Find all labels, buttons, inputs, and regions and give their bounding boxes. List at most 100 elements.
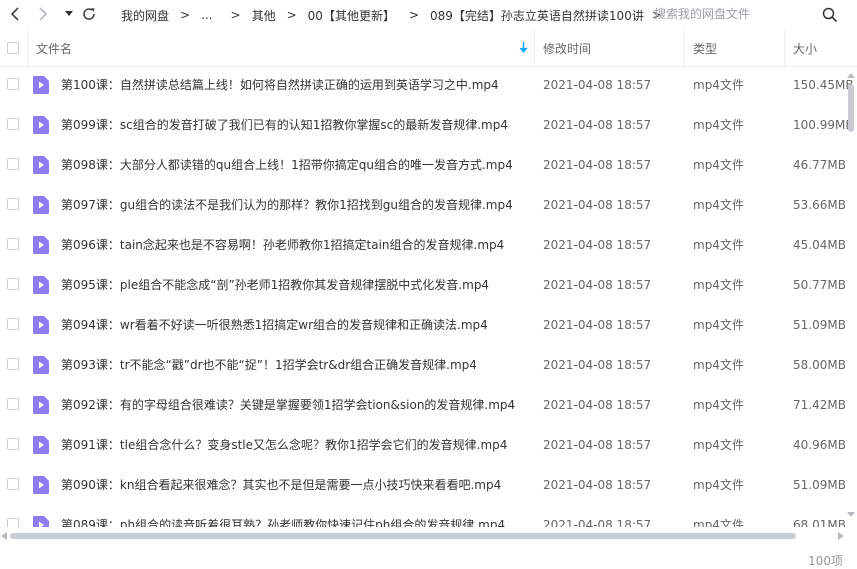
horizontal-scrollbar-thumb[interactable] [10, 533, 796, 539]
file-type: mp4文件 [693, 478, 744, 492]
column-divider [27, 30, 28, 66]
video-file-icon [33, 116, 49, 134]
video-file-icon [33, 316, 49, 334]
row-checkbox[interactable] [7, 278, 19, 290]
file-row[interactable]: 第089课：ph组合的读音听着很耳熟？孙老师教你快速记住ph组合的发音规律.mp… [0, 505, 857, 527]
row-checkbox[interactable] [7, 118, 19, 130]
row-checkbox[interactable] [7, 358, 19, 370]
file-row[interactable]: 第090课：kn组合看起来很难念？其实也不是但是需要一点小技巧快来看看吧.mp4… [0, 465, 857, 505]
file-modified: 2021-04-08 18:57 [543, 198, 652, 212]
file-type: mp4文件 [693, 518, 744, 527]
row-checkbox[interactable] [7, 78, 19, 90]
file-size: 46.77MB [793, 158, 846, 172]
file-name[interactable]: 第089课：ph组合的读音听着很耳熟？孙老师教你快速记住ph组合的发音规律.mp… [61, 505, 505, 527]
column-header-modified[interactable]: 修改时间 [543, 30, 591, 66]
top-toolbar: 我的网盘 > ... > 其他 > 00【其他更新】 > 089【完结】孙志立英… [0, 0, 857, 30]
file-type: mp4文件 [693, 198, 744, 212]
file-modified: 2021-04-08 18:57 [543, 278, 652, 292]
video-file-icon [33, 476, 49, 494]
file-type: mp4文件 [693, 438, 744, 452]
refresh-button[interactable] [80, 5, 98, 23]
row-checkbox[interactable] [7, 198, 19, 210]
video-file-icon [33, 356, 49, 374]
file-row[interactable]: 第093课：tr不能念“戳”dr也不能“捉”！1招学会tr&dr组合正确发音规律… [0, 345, 857, 385]
file-size: 100.99MB [793, 118, 854, 132]
breadcrumb-item-ellipsis[interactable]: ... [201, 8, 212, 22]
file-type: mp4文件 [693, 318, 744, 332]
file-row[interactable]: 第091课：tle组合念什么？变身stle又怎么念呢？教你1招学会它们的发音规律… [0, 425, 857, 465]
select-all-checkbox[interactable] [7, 42, 19, 54]
row-checkbox[interactable] [7, 438, 19, 450]
row-checkbox[interactable] [7, 158, 19, 170]
column-header-type[interactable]: 类型 [693, 30, 717, 66]
breadcrumb-item-root[interactable]: 我的网盘 [121, 7, 169, 24]
refresh-icon [83, 8, 95, 20]
breadcrumb-separator: > [286, 8, 297, 22]
file-name[interactable]: 第093课：tr不能念“戳”dr也不能“捉”！1招学会tr&dr组合正确发音规律… [61, 345, 477, 385]
sort-down-arrow-icon[interactable] [519, 42, 528, 54]
file-modified: 2021-04-08 18:57 [543, 518, 652, 527]
file-name[interactable]: 第100课：自然拼读总结篇上线！如何将自然拼读正确的运用到英语学习之中.mp4 [61, 67, 499, 105]
file-row[interactable]: 第092课：有的字母组合很难读？关键是掌握要领1招学会tion&sion的发音规… [0, 385, 857, 425]
file-type: mp4文件 [693, 398, 744, 412]
video-file-icon [33, 396, 49, 414]
forward-button[interactable] [34, 5, 52, 23]
file-modified: 2021-04-08 18:57 [543, 318, 652, 332]
search-input[interactable] [642, 0, 846, 28]
file-row[interactable]: 第099课：sc组合的发音打破了我们已有的认知1招教你掌握sc的最新发音规律.m… [0, 105, 857, 145]
row-checkbox[interactable] [7, 398, 19, 410]
file-type: mp4文件 [693, 278, 744, 292]
file-size: 51.09MB [793, 478, 846, 492]
column-header-size[interactable]: 大小 [793, 30, 817, 66]
file-type: mp4文件 [693, 158, 744, 172]
file-size: 58.00MB [793, 358, 846, 372]
file-row[interactable]: 第094课：wr看着不好读一听很熟悉1招搞定wr组合的发音规律和正确读法.mp4… [0, 305, 857, 345]
file-name[interactable]: 第095课：ple组合不能念成“剖”孙老师1招教你其发音规律摆脱中式化发音.mp… [61, 265, 489, 305]
file-name[interactable]: 第099课：sc组合的发音打破了我们已有的认知1招教你掌握sc的最新发音规律.m… [61, 105, 508, 145]
row-checkbox[interactable] [7, 318, 19, 330]
file-name[interactable]: 第090课：kn组合看起来很难念？其实也不是但是需要一点小技巧快来看看吧.mp4 [61, 465, 501, 505]
file-name[interactable]: 第092课：有的字母组合很难读？关键是掌握要领1招学会tion&sion的发音规… [61, 385, 515, 425]
history-dropdown-button[interactable] [60, 5, 78, 23]
file-modified: 2021-04-08 18:57 [543, 438, 652, 452]
breadcrumb-item-other[interactable]: 其他 [252, 7, 276, 24]
file-row[interactable]: 第096课：tain念起来也是不容易啊！孙老师教你1招搞定tain组合的发音规律… [0, 225, 857, 265]
video-file-icon [33, 436, 49, 454]
column-header-name[interactable]: 文件名 [36, 30, 531, 66]
scroll-up-arrow-icon[interactable] [847, 72, 855, 78]
file-row[interactable]: 第100课：自然拼读总结篇上线！如何将自然拼读正确的运用到英语学习之中.mp4 … [0, 67, 857, 105]
file-name[interactable]: 第091课：tle组合念什么？变身stle又怎么念呢？教你1招学会它们的发音规律… [61, 425, 507, 465]
breadcrumb-separator: > [180, 8, 191, 22]
row-checkbox[interactable] [7, 238, 19, 250]
back-button[interactable] [6, 5, 24, 23]
scroll-down-arrow-icon[interactable] [847, 512, 855, 518]
scroll-right-arrow-icon[interactable] [838, 532, 844, 540]
column-header-size-label: 大小 [793, 41, 818, 56]
caret-down-icon [65, 11, 73, 16]
file-size: 150.45MB [793, 78, 854, 92]
column-divider [534, 30, 535, 66]
breadcrumb-item-other-updates[interactable]: 00【其他更新】 [308, 7, 395, 24]
scroll-left-arrow-icon[interactable] [1, 532, 7, 540]
file-row[interactable]: 第095课：ple组合不能念成“剖”孙老师1招教你其发音规律摆脱中式化发音.mp… [0, 265, 857, 305]
file-modified: 2021-04-08 18:57 [543, 358, 652, 372]
search-box [642, 0, 857, 30]
horizontal-scrollbar[interactable] [0, 530, 857, 542]
file-row[interactable]: 第098课：大部分人都读错的qu组合上线！1招带你搞定qu组合的唯一发音方式.m… [0, 145, 857, 185]
file-row[interactable]: 第097课：gu组合的读法不是我们认为的那样？教你1招找到gu组合的发音规律.m… [0, 185, 857, 225]
file-name[interactable]: 第096课：tain念起来也是不容易啊！孙老师教你1招搞定tain组合的发音规律… [61, 225, 504, 265]
vertical-scrollbar-thumb[interactable] [848, 84, 854, 132]
search-icon[interactable] [822, 7, 838, 23]
file-list: 第100课：自然拼读总结篇上线！如何将自然拼读正确的运用到英语学习之中.mp4 … [0, 67, 857, 527]
file-size: 53.66MB [793, 198, 846, 212]
file-name[interactable]: 第094课：wr看着不好读一听很熟悉1招搞定wr组合的发音规律和正确读法.mp4 [61, 305, 488, 345]
file-modified: 2021-04-08 18:57 [543, 78, 652, 92]
file-modified: 2021-04-08 18:57 [543, 238, 652, 252]
vertical-scrollbar[interactable] [846, 72, 856, 522]
row-checkbox[interactable] [7, 518, 19, 527]
breadcrumb-item-current[interactable]: 089【完结】孙志立英语自然拼读100讲 [430, 7, 644, 24]
file-name[interactable]: 第097课：gu组合的读法不是我们认为的那样？教你1招找到gu组合的发音规律.m… [61, 185, 513, 225]
row-checkbox[interactable] [7, 478, 19, 490]
file-name[interactable]: 第098课：大部分人都读错的qu组合上线！1招带你搞定qu组合的唯一发音方式.m… [61, 145, 513, 185]
video-file-icon [33, 516, 49, 527]
